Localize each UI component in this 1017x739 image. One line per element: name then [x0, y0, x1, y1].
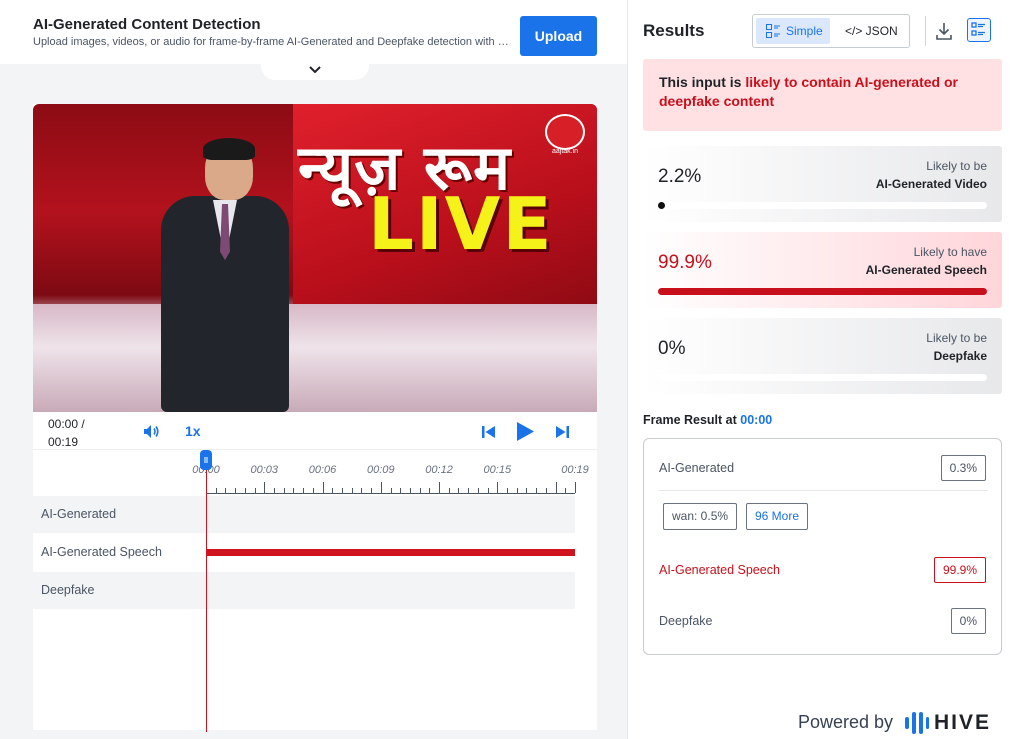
video-player: न्यूज़ रूम LIVE aajtak.in 00:00 / 00:19 … [33, 104, 597, 732]
header: AI-Generated Content Detection Upload im… [0, 0, 627, 64]
timeline-tick-label: 00:09 [367, 464, 395, 476]
speech-detection-bar [206, 549, 575, 556]
frame-speech-value: 99.9% [933, 557, 986, 583]
volume-icon[interactable] [143, 424, 160, 439]
results-panel: Results Simple </> JSON This input is li… [628, 0, 1017, 739]
powered-by-text: Powered by [798, 712, 894, 732]
track-lane [205, 496, 575, 533]
score-caption: Likely to have [913, 245, 987, 259]
player-controls: 00:00 / 00:19 1x [33, 412, 597, 450]
hive-logo-text: HIVE [934, 711, 992, 734]
timeline-tick [322, 482, 324, 493]
track-label: AI-Generated Speech [33, 534, 205, 571]
score-caption: Likely to be [926, 331, 987, 345]
upload-button[interactable]: Upload [520, 16, 597, 56]
model-chip-wan: wan: 0.5% [663, 503, 738, 530]
score-value: 0% [658, 338, 686, 359]
score-category: AI-Generated Video [875, 177, 987, 191]
skip-next-icon[interactable] [556, 426, 569, 438]
score-track [658, 202, 987, 209]
playback-speed-button[interactable]: 1x [185, 423, 201, 439]
score-fill [658, 288, 987, 295]
channel-logo-text: aajtak.in [552, 148, 579, 155]
frame-speech-label: AI-Generated Speech [659, 563, 780, 577]
page-subtitle: Upload images, videos, or audio for fram… [33, 36, 511, 48]
frame-deepfake-value: 0% [950, 608, 986, 634]
time-current: 00:00 / [48, 417, 85, 431]
left-panel: AI-Generated Content Detection Upload im… [0, 0, 628, 739]
channel-logo [545, 114, 585, 150]
score-caption: Likely to be [926, 159, 987, 173]
timeline-tick [380, 482, 382, 493]
timeline-tick [555, 482, 557, 493]
frame-deepfake-label: Deepfake [659, 614, 713, 628]
verdict-banner: This input is likely to contain AI-gener… [643, 59, 1002, 131]
track-label: Deepfake [33, 572, 205, 609]
toolbar-divider [925, 16, 926, 46]
playhead-line [206, 470, 207, 732]
video-caption-live: LIVE [368, 182, 554, 266]
skip-previous-icon[interactable] [482, 426, 495, 438]
timeline-tick-label: 00:06 [308, 464, 337, 476]
video-frame[interactable]: न्यूज़ रूम LIVE aajtak.in [33, 104, 597, 412]
frame-result-label: Frame Result at [643, 413, 741, 427]
track-row-ai-generated: AI-Generated [33, 496, 575, 533]
frame-ai-generated-value: 0.3% [940, 455, 986, 481]
report-view-button[interactable] [967, 18, 991, 42]
frame-divider [659, 490, 988, 491]
timeline-tick-label: 00:15 [483, 464, 512, 476]
timeline-tick-label: 00:03 [250, 464, 279, 476]
collapse-header-toggle[interactable] [261, 58, 369, 80]
results-title: Results [643, 21, 705, 40]
timeline-ruler[interactable]: 00:0000:0300:0600:0900:1200:1500:19 [33, 450, 597, 496]
timeline-tick [439, 482, 441, 493]
view-toggle: Simple </> JSON [752, 14, 910, 48]
anchor-hair [203, 138, 255, 160]
video-studio-floor [33, 304, 597, 412]
report-icon [971, 22, 985, 36]
list-view-icon [766, 24, 780, 38]
page-title: AI-Generated Content Detection [33, 16, 261, 33]
chevron-down-icon [309, 65, 321, 73]
view-json-button[interactable]: </> JSON [845, 18, 898, 44]
frame-result-card: AI-Generated 0.3% wan: 0.5% 96 More AI-G… [643, 438, 1002, 655]
timeline-tick-label: 00:12 [425, 464, 453, 476]
score-category: AI-Generated Speech [865, 263, 987, 277]
timeline-tick [264, 482, 266, 493]
track-lane [205, 572, 575, 609]
more-models-button[interactable]: 96 More [746, 503, 809, 530]
view-simple-button[interactable]: Simple [756, 18, 830, 44]
score-card-ai-speech: 99.9% Likely to have AI-Generated Speech [643, 232, 1002, 308]
track-row-deepfake: Deepfake [33, 572, 575, 609]
score-track [658, 374, 987, 381]
timeline-tick [575, 482, 576, 493]
time-total: 00:19 [48, 435, 79, 449]
frame-ai-generated-label: AI-Generated [659, 461, 735, 475]
score-value: 2.2% [658, 166, 702, 187]
verdict-prefix: This input is [659, 74, 746, 90]
track-row-ai-speech: AI-Generated Speech [33, 534, 575, 571]
playhead-handle[interactable] [200, 450, 212, 470]
score-value: 99.9% [658, 252, 712, 273]
time-readout: 00:00 / 00:19 [48, 415, 85, 451]
track-label: AI-Generated [33, 496, 205, 533]
score-card-ai-video: 2.2% Likely to be AI-Generated Video [643, 146, 1002, 222]
frame-result-title: Frame Result at 00:00 [643, 413, 772, 427]
drag-handle-icon [204, 457, 208, 463]
download-icon[interactable] [934, 20, 954, 42]
timeline-tick-label: 00:19 [561, 464, 589, 476]
view-simple-label: Simple [786, 24, 823, 38]
frame-result-time: 00:00 [740, 413, 773, 427]
score-category: Deepfake [933, 349, 987, 363]
play-icon[interactable] [516, 421, 535, 442]
timeline-tick [497, 482, 499, 493]
score-card-deepfake: 0% Likely to be Deepfake [643, 318, 1002, 394]
hive-logo-icon [905, 712, 929, 734]
detection-timeline[interactable]: 00:0000:0300:0600:0900:1200:1500:19 AI-G… [33, 450, 597, 732]
score-indicator [658, 202, 665, 209]
timeline-baseline [206, 493, 575, 494]
